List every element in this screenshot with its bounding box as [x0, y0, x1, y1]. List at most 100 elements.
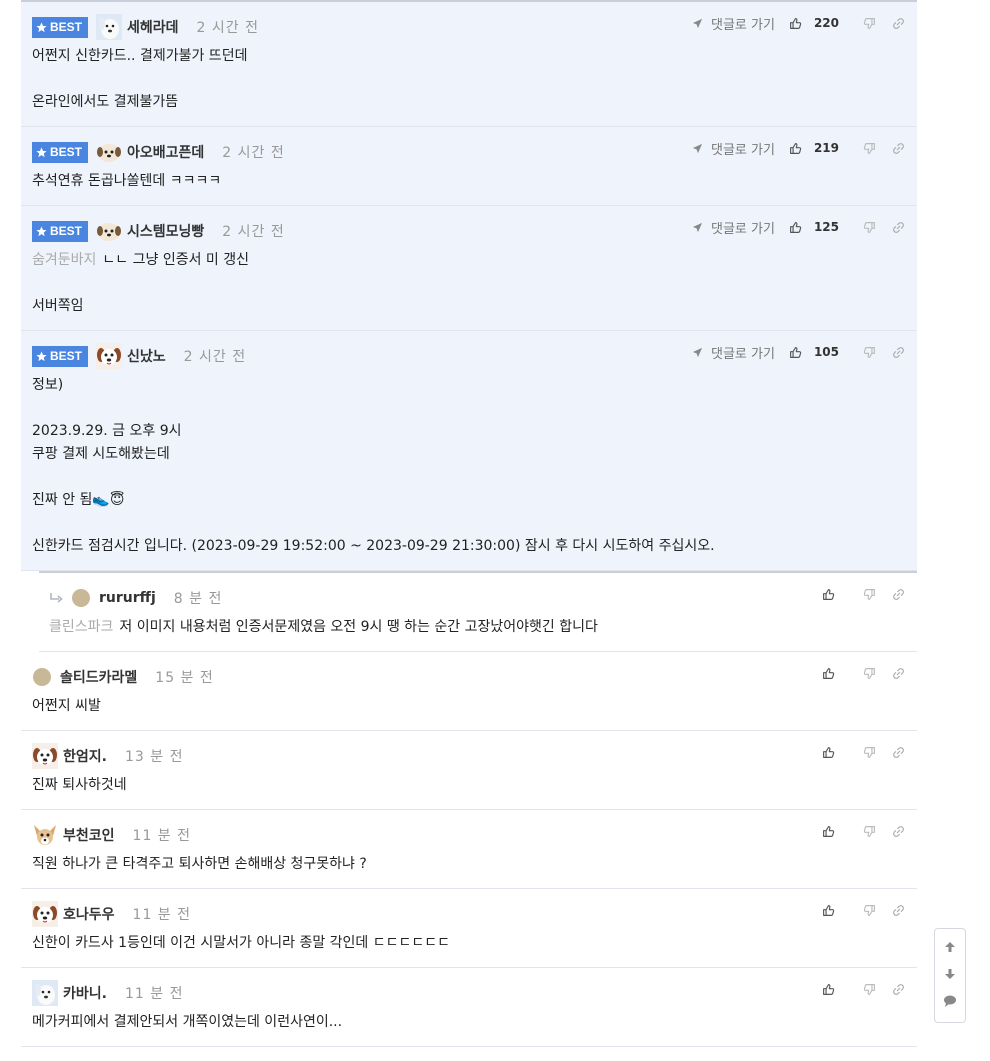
- mention-link[interactable]: 숨겨둔바지: [32, 252, 96, 268]
- nickname[interactable]: 솔티드카라멜: [60, 667, 137, 687]
- comment-text: 서버쪽임: [32, 298, 84, 314]
- nickname[interactable]: 호나두우: [63, 904, 115, 924]
- like-button[interactable]: [822, 667, 847, 680]
- like-button[interactable]: 125: [789, 220, 839, 234]
- nickname[interactable]: rururffj: [99, 590, 156, 606]
- comment-body: 신한이 카드사 1등인데 이건 시말서가 아니라 종말 각인데 ㄷㄷㄷㄷㄷㄷ: [32, 932, 905, 955]
- like-button[interactable]: [822, 588, 847, 601]
- mention-link[interactable]: 클린스파크: [49, 619, 113, 635]
- dog-face-avatar[interactable]: [32, 743, 58, 769]
- nickname[interactable]: 부천코인: [63, 825, 115, 845]
- puppy-avatar[interactable]: [96, 218, 122, 244]
- comment-text: 어쩐지 씨발: [32, 698, 101, 714]
- goto-reply-button[interactable]: 댓글로 가기: [692, 343, 775, 362]
- send-icon: [692, 18, 707, 29]
- dog-avatar[interactable]: [32, 980, 58, 1006]
- puppy-avatar[interactable]: [96, 139, 122, 165]
- comment-header: 카바니. 11 분 전: [32, 979, 905, 1007]
- like-button[interactable]: [822, 746, 847, 759]
- like-button[interactable]: [822, 825, 847, 838]
- best-comment: BEST 아오배고픈데 2 시간 전 댓글로 가기 219 추석연휴 돈곱나쏠텐데 ㅋㅋㅋ…: [21, 127, 917, 206]
- like-button[interactable]: 220: [789, 16, 839, 30]
- thumbs-up-icon: [822, 904, 841, 917]
- reply-arrow-icon: [49, 589, 63, 608]
- nickname[interactable]: 시스템모닝빵: [127, 221, 204, 241]
- thumbs-down-icon[interactable]: [863, 588, 876, 601]
- link-icon[interactable]: [892, 588, 905, 601]
- link-icon[interactable]: [892, 17, 905, 30]
- link-icon[interactable]: [892, 142, 905, 155]
- comment-actions: 댓글로 가기 105: [692, 341, 905, 363]
- like-count: 125: [813, 220, 839, 234]
- dog-avatar[interactable]: [96, 14, 123, 40]
- like-button[interactable]: 105: [789, 345, 839, 359]
- link-icon[interactable]: [892, 983, 905, 996]
- comment-text: 온라인에서도 결제불가뜸: [32, 94, 179, 110]
- link-icon[interactable]: [892, 667, 905, 680]
- thumbs-down-icon[interactable]: [863, 825, 876, 838]
- comment-line: [32, 466, 905, 489]
- comment-header: 부천코인 11 분 전: [32, 821, 905, 849]
- comment-line: 숨겨둔바지 ㄴㄴ 그냥 인증서 미 갱신: [32, 249, 905, 272]
- nickname[interactable]: 카바니.: [63, 983, 107, 1003]
- link-icon[interactable]: [892, 746, 905, 759]
- star-icon: [36, 225, 50, 237]
- goto-reply-button[interactable]: 댓글로 가기: [692, 218, 775, 237]
- dog-face-avatar[interactable]: [96, 343, 123, 369]
- thumbs-down-icon[interactable]: [863, 17, 876, 30]
- nickname[interactable]: 신났노: [127, 346, 166, 366]
- comment-line: 추석연휴 돈곱나쏠텐데 ㅋㅋㅋㅋ: [32, 170, 905, 193]
- scroll-up-icon[interactable]: [943, 939, 957, 958]
- thumbs-down-icon[interactable]: [863, 667, 876, 680]
- default-avatar[interactable]: [32, 667, 52, 687]
- chihuahua-avatar[interactable]: [32, 822, 58, 848]
- like-button[interactable]: [822, 904, 847, 917]
- like-button[interactable]: 219: [789, 141, 839, 155]
- timestamp: 8 분 전: [173, 591, 223, 607]
- comment-line: 2023.9.29. 금 오후 9시: [32, 420, 905, 443]
- timestamp: 11 분 전: [132, 907, 192, 923]
- comment-text: 2023.9.29. 금 오후 9시: [32, 423, 182, 439]
- comment-line: 어쩐지 신한카드.. 결제가불가 뜨던데: [32, 45, 905, 68]
- link-icon[interactable]: [892, 904, 905, 917]
- thumbs-down-icon[interactable]: [863, 221, 876, 234]
- thumbs-down-icon[interactable]: [863, 983, 876, 996]
- link-icon[interactable]: [892, 221, 905, 234]
- comment-body: 메가커피에서 결제안되서 개쪽이였는데 이런사연이...: [32, 1011, 905, 1034]
- nickname[interactable]: 세헤라데: [127, 17, 179, 37]
- comment: 솔티드카라멜 15 분 전어쩐지 씨발: [21, 652, 917, 731]
- thumbs-down-icon[interactable]: [863, 746, 876, 759]
- link-icon[interactable]: [892, 825, 905, 838]
- comment-body: 진짜 퇴사하것네: [32, 774, 905, 797]
- comment-actions: 댓글로 가기 219: [692, 137, 905, 159]
- comment-text: 진짜 안 됨👟😇: [32, 492, 125, 508]
- thumbs-down-icon[interactable]: [863, 904, 876, 917]
- nickname[interactable]: 아오배고픈데: [127, 142, 204, 162]
- link-icon[interactable]: [892, 346, 905, 359]
- comment-body: 숨겨둔바지 ㄴㄴ 그냥 인증서 미 갱신서버쪽임: [32, 249, 905, 318]
- scroll-down-icon[interactable]: [943, 966, 957, 985]
- comment-body: 직원 하나가 큰 타격주고 퇴사하면 손해배상 청구못하냐 ?: [32, 853, 905, 876]
- comment-text: 쿠팡 결제 시도해봤는데: [32, 446, 170, 462]
- comment-body: 추석연휴 돈곱나쏠텐데 ㅋㅋㅋㅋ: [32, 170, 905, 193]
- like-button[interactable]: [822, 983, 847, 996]
- comment: 한엄지. 13 분 전 진짜 퇴사하것네: [21, 731, 917, 810]
- comment-text: 신한카드 점검시간 입니다. (2023-09-29 19:52:00 ~ 20…: [32, 538, 715, 554]
- goto-reply-button[interactable]: 댓글로 가기: [692, 139, 775, 158]
- dog-face-avatar[interactable]: [32, 901, 58, 927]
- comment-icon[interactable]: [943, 993, 957, 1012]
- comment-actions: [822, 820, 905, 842]
- scroll-widget: [934, 928, 966, 1023]
- comment-list: BEST 세헤라데 2 시간 전 댓글로 가기 220 어쩐지 신한카드.. 결제가불가 …: [21, 0, 917, 1047]
- thumbs-down-icon[interactable]: [863, 346, 876, 359]
- timestamp: 15 분 전: [155, 670, 214, 686]
- nickname[interactable]: 한엄지.: [63, 746, 107, 766]
- goto-reply-label: 댓글로 가기: [711, 17, 775, 33]
- goto-reply-button[interactable]: 댓글로 가기: [692, 14, 775, 33]
- thumbs-up-icon: [789, 346, 808, 359]
- default-avatar[interactable]: [71, 588, 91, 608]
- timestamp: 2 시간 전: [183, 349, 247, 365]
- comment-header: 솔티드카라멜 15 분 전: [32, 663, 905, 691]
- comment-text: 추석연휴 돈곱나쏠텐데 ㅋㅋㅋㅋ: [32, 173, 222, 189]
- thumbs-down-icon[interactable]: [863, 142, 876, 155]
